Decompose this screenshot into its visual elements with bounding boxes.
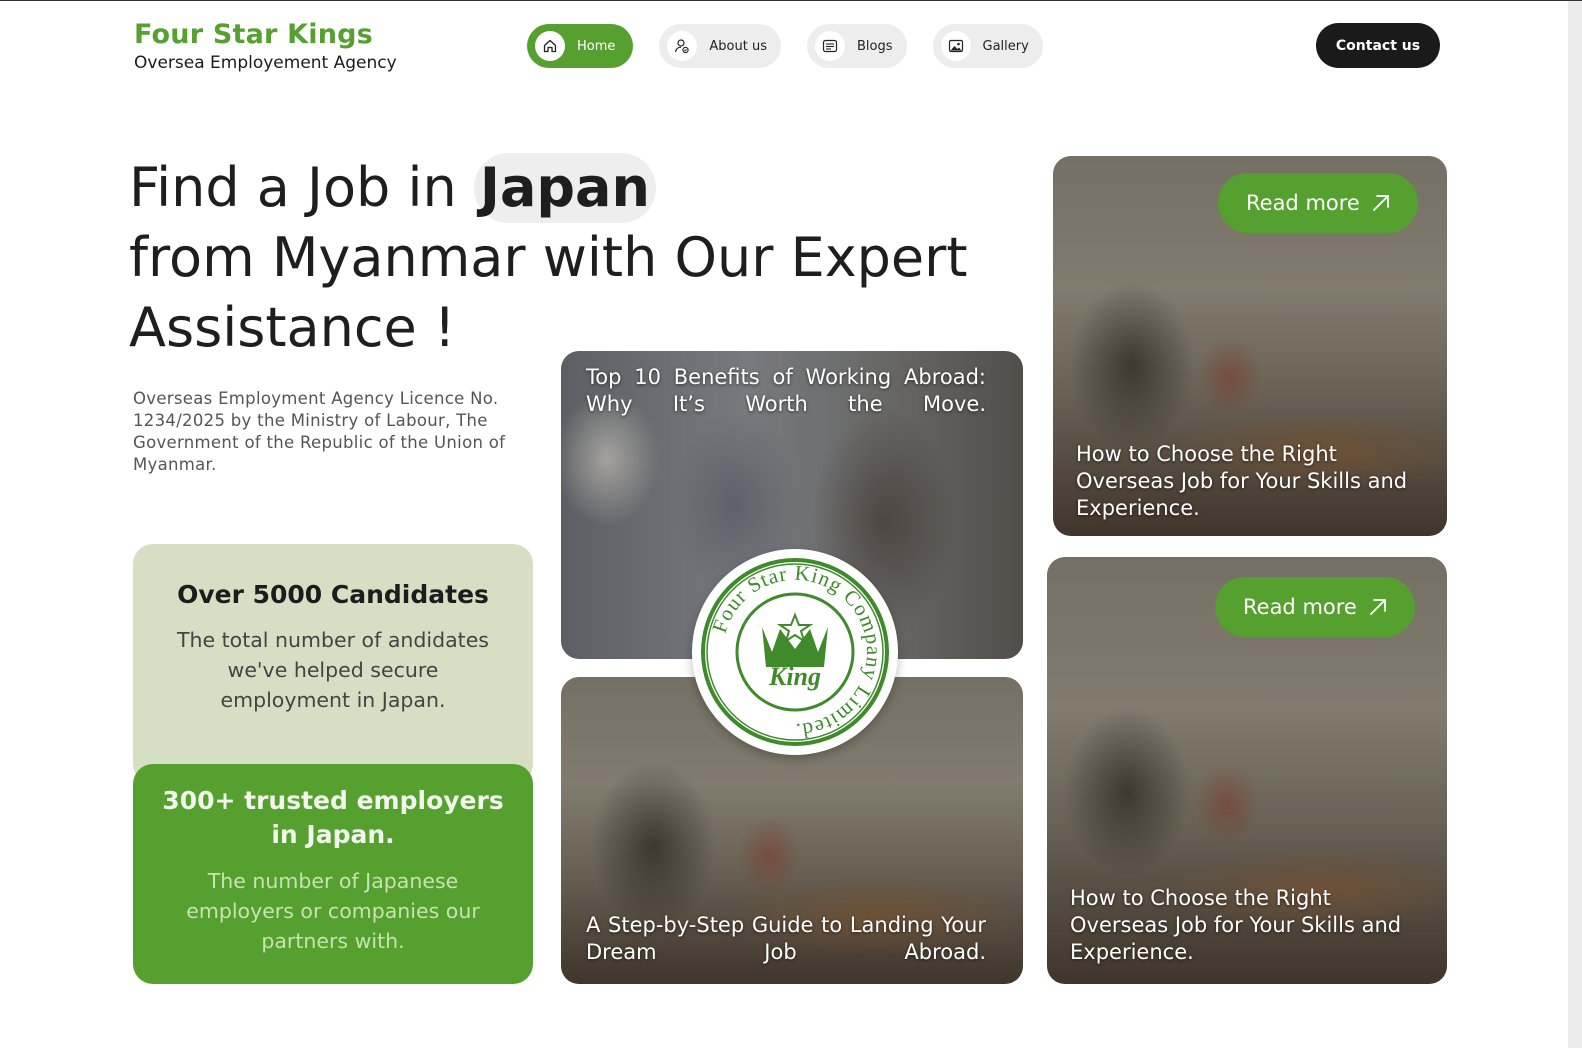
user-icon <box>667 31 698 61</box>
document-icon <box>814 31 845 61</box>
hero-line-1-prefix: Find a Job in <box>129 156 474 219</box>
licence-text: Overseas Employment Agency Licence No. 1… <box>133 389 506 474</box>
home-icon <box>535 31 565 61</box>
stat-candidates: Over 5000 Candidates The total number of… <box>133 544 533 784</box>
blog-card-choose-job-2[interactable]: Read more How to Choose the Right Overse… <box>1047 557 1447 984</box>
arrow-up-right-icon <box>1372 195 1389 211</box>
image-icon <box>940 31 971 61</box>
hero-heading: Find a Job in Japan from Myanmar with Ou… <box>129 153 968 363</box>
stat-candidates-title: Over 5000 Candidates <box>177 580 489 609</box>
nav-about-label: About us <box>709 38 767 54</box>
company-seal-graphic: Four Star King Company Limited. King <box>701 558 889 746</box>
brand-subtitle: Oversea Employement Agency <box>134 53 397 73</box>
blog-card-title: How to Choose the Right Overseas Job for… <box>1070 886 1402 964</box>
main-nav: Home About us Blogs Gallery <box>527 24 1043 68</box>
nav-about[interactable]: About us <box>659 24 781 68</box>
blog-card-title: Top 10 Benefits of Working Abroad: Why I… <box>586 365 986 416</box>
stat-candidates-description: The total number of andidates we've help… <box>176 628 489 712</box>
nav-home-label: Home <box>577 38 616 54</box>
brand-logo[interactable]: Four Star Kings Oversea Employement Agen… <box>134 19 397 75</box>
hero-highlight-country: Japan <box>473 153 656 223</box>
window-scrollbar[interactable] <box>1568 1 1582 1048</box>
contact-us-button[interactable]: Contact us <box>1316 23 1440 68</box>
brand-name: Four Star Kings <box>134 19 373 50</box>
read-more-label: Read more <box>1243 595 1357 619</box>
read-more-label: Read more <box>1246 191 1360 215</box>
hero-line-1: Find a Job in Japan <box>129 153 968 223</box>
hero-line-2: from Myanmar with Our Expert <box>129 226 968 289</box>
read-more-button[interactable]: Read more <box>1218 173 1418 233</box>
arrow-up-right-icon <box>1369 599 1386 615</box>
seal-center-text: King <box>768 662 821 691</box>
blog-card-title: How to Choose the Right Overseas Job for… <box>1076 442 1408 520</box>
read-more-button[interactable]: Read more <box>1215 577 1415 637</box>
stat-employers-description: The number of Japanese employers or comp… <box>186 869 480 953</box>
nav-blogs-label: Blogs <box>856 38 893 54</box>
stat-employers: 300+ trusted employers in Japan. The num… <box>133 764 533 984</box>
nav-gallery-label: Gallery <box>982 38 1029 54</box>
nav-home[interactable]: Home <box>527 24 634 68</box>
blog-card-title: A Step-by-Step Guide to Landing Your Dre… <box>586 913 986 964</box>
company-seal-logo: Four Star King Company Limited. King <box>692 549 898 755</box>
blog-card-choose-job-1[interactable]: Read more How to Choose the Right Overse… <box>1053 156 1447 536</box>
nav-gallery[interactable]: Gallery <box>932 24 1043 68</box>
stat-employers-title: 300+ trusted employers in Japan. <box>162 786 504 849</box>
nav-blogs[interactable]: Blogs <box>806 24 907 68</box>
